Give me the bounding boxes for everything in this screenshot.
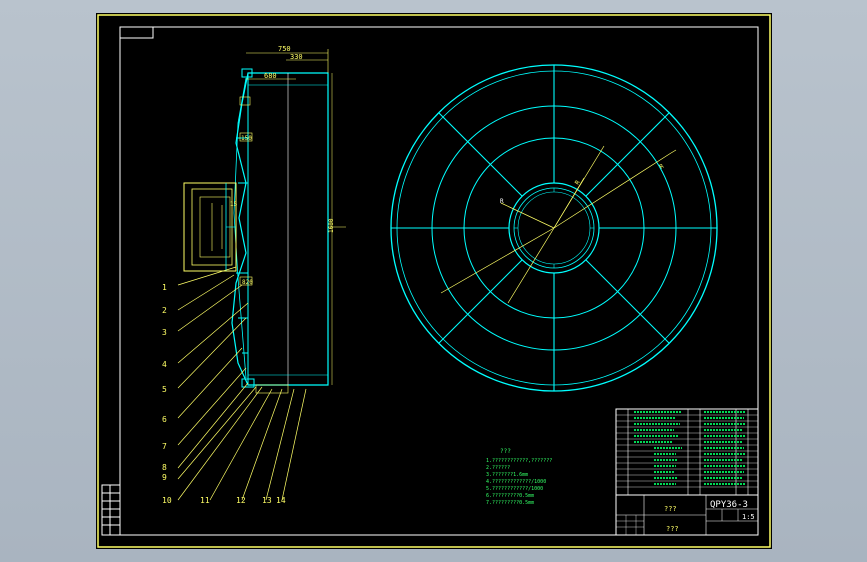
cad-viewport: 750 330 680 150 15 820 1600 1 2 3 4 5 6 … [0, 0, 867, 562]
drawing-number: QPY36-3 [710, 500, 748, 510]
leader-7: 7 [162, 442, 167, 451]
dim-330: 330 [290, 53, 303, 61]
leader-2: 2 [162, 306, 167, 315]
wheel-section-outline [231, 72, 329, 386]
note-line-3: 3.???????1.6mm [486, 472, 528, 478]
dim-r: 820 [242, 279, 253, 286]
drawing-scale: 1:5 [742, 513, 755, 521]
revision-table [101, 484, 121, 536]
leader-11: 11 [200, 496, 210, 505]
dim-15: 15 [230, 201, 238, 208]
leader-14: 14 [276, 496, 286, 505]
outer-frame [97, 14, 771, 548]
dim-150: 150 [241, 135, 252, 142]
company-name: ??? [666, 525, 679, 533]
drawing-sheet: 750 330 680 150 15 820 1600 1 2 3 4 5 6 … [96, 13, 772, 549]
corner-code-box [119, 26, 154, 39]
inner-frame [119, 26, 759, 536]
dim-750: 750 [278, 45, 291, 53]
technical-notes: ??? 1.????????????,??????? 2.?????? 3.??… [486, 448, 552, 506]
leader-6: 6 [162, 415, 167, 424]
note-line-5: 5.????????????/1000 [486, 486, 543, 492]
note-line-7: 7.?????????0.5mm [486, 500, 534, 506]
leader-1: 1 [162, 283, 167, 292]
leader-9: 9 [162, 473, 167, 482]
parts-list [615, 408, 759, 496]
notes-title: ??? [500, 448, 511, 455]
dim-1600: 1600 [328, 218, 335, 233]
leader-5: 5 [162, 385, 167, 394]
dim-680: 680 [264, 72, 277, 80]
leader-3: 3 [162, 328, 167, 337]
plan-radius-1: R [659, 163, 666, 171]
note-line-1: 1.????????????,??????? [486, 458, 552, 464]
drawing-canvas: 750 330 680 150 15 820 1600 1 2 3 4 5 6 … [97, 14, 771, 548]
leader-4: 4 [162, 360, 167, 369]
note-line-6: 6.?????????0.5mm [486, 493, 534, 499]
leader-12: 12 [236, 496, 246, 505]
leader-8: 8 [162, 463, 167, 472]
note-line-2: 2.?????? [486, 465, 510, 471]
plan-view [390, 64, 718, 392]
section-view [183, 49, 346, 394]
leader-10: 10 [162, 496, 172, 505]
leader-13: 13 [262, 496, 272, 505]
part-name: ??? [664, 505, 677, 513]
note-line-4: 4.?????????????/1000 [486, 479, 546, 485]
plan-radius-3: R [500, 198, 504, 205]
